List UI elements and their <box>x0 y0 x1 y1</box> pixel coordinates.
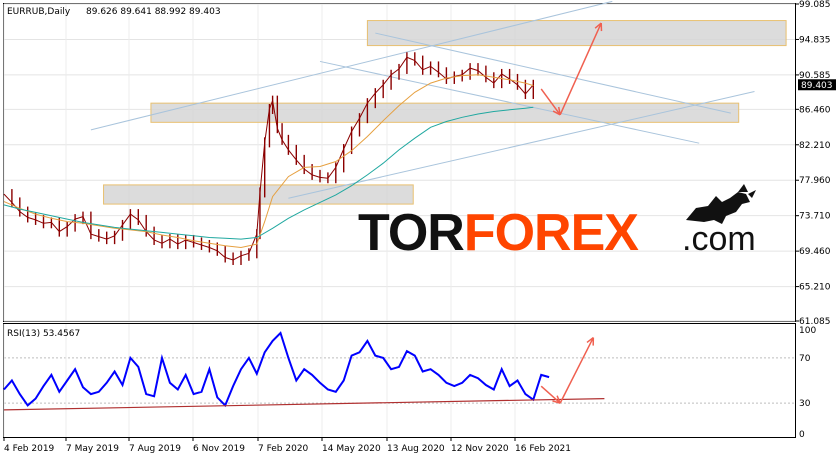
price-y-tick-label: 73.710 <box>799 212 831 222</box>
rsi-panel-frame <box>3 323 796 438</box>
price-header: EURRUB,Daily 89.626 89.641 88.992 89.403 <box>7 7 221 17</box>
x-tick-label: 7 May 2019 <box>66 444 119 454</box>
rsi-forecast-arrow <box>559 337 595 404</box>
zone-rect <box>150 102 740 123</box>
logo-text-accent: FOREX <box>464 204 639 262</box>
rsi-y-tick-label: 100 <box>799 326 816 336</box>
last-price-marker: 89.403 <box>798 79 836 91</box>
x-tick-label: 6 Nov 2019 <box>193 444 245 454</box>
price-panel-frame <box>3 3 796 322</box>
x-tick-label: 13 Aug 2020 <box>387 444 445 454</box>
x-tick-label: 4 Feb 2019 <box>4 444 55 454</box>
x-tick-label: 7 Feb 2020 <box>258 444 309 454</box>
price-y-tick-label: 77.960 <box>799 176 831 186</box>
price-y-axis: 99.08594.83590.58586.46082.21077.96073.7… <box>795 0 831 327</box>
rsi-y-tick-label: 30 <box>799 399 811 409</box>
price-header-symbol: EURRUB,Daily <box>7 7 71 17</box>
rsi-grid <box>3 324 795 437</box>
support-resistance-zones <box>103 20 787 205</box>
rsi-y-tick-label: 0 <box>799 430 805 440</box>
rsi-trendline <box>3 398 605 411</box>
rsi-line <box>3 331 550 408</box>
torforex-logo: TORFOREX .com <box>358 184 756 262</box>
price-y-tick-label: 69.460 <box>799 247 831 257</box>
rsi-y-tick-label: 70 <box>799 354 811 364</box>
price-y-tick-label: 99.085 <box>799 0 831 10</box>
x-tick-label: 7 Aug 2019 <box>129 444 181 454</box>
rsi-y-axis: 100 70 30 0 <box>799 326 816 440</box>
price-grid <box>3 3 795 322</box>
chart-canvas: EURRUB,Daily 89.626 89.641 88.992 89.403… <box>3 0 836 454</box>
svg-text:TORFOREX: TORFOREX <box>358 204 639 262</box>
price-y-tick-label: 82.210 <box>799 141 831 151</box>
logo-text-tail: .com <box>682 220 756 258</box>
price-y-tick-label: 86.460 <box>799 105 831 115</box>
logo-text-main: TOR <box>358 204 464 262</box>
x-tick-label: 16 Feb 2021 <box>515 444 571 454</box>
zone-rect <box>366 20 787 47</box>
x-tick-label: 12 Nov 2020 <box>451 444 509 454</box>
rsi-forecast-arrow <box>540 385 561 404</box>
zone-rect <box>103 184 414 205</box>
x-tick-label: 14 May 2020 <box>322 444 381 454</box>
rsi-header: RSI(13) 53.4567 <box>7 329 80 339</box>
bull-icon <box>686 184 756 224</box>
last-price-label: 89.403 <box>801 81 833 91</box>
price-y-tick-label: 94.835 <box>799 35 831 45</box>
x-axis: 4 Feb 2019 7 May 2019 7 Aug 2019 6 Nov 2019… <box>3 437 571 454</box>
price-header-ohlc: 89.626 89.641 88.992 89.403 <box>86 7 221 17</box>
rsi-series <box>3 331 605 411</box>
price-y-tick-label: 65.210 <box>799 283 831 293</box>
